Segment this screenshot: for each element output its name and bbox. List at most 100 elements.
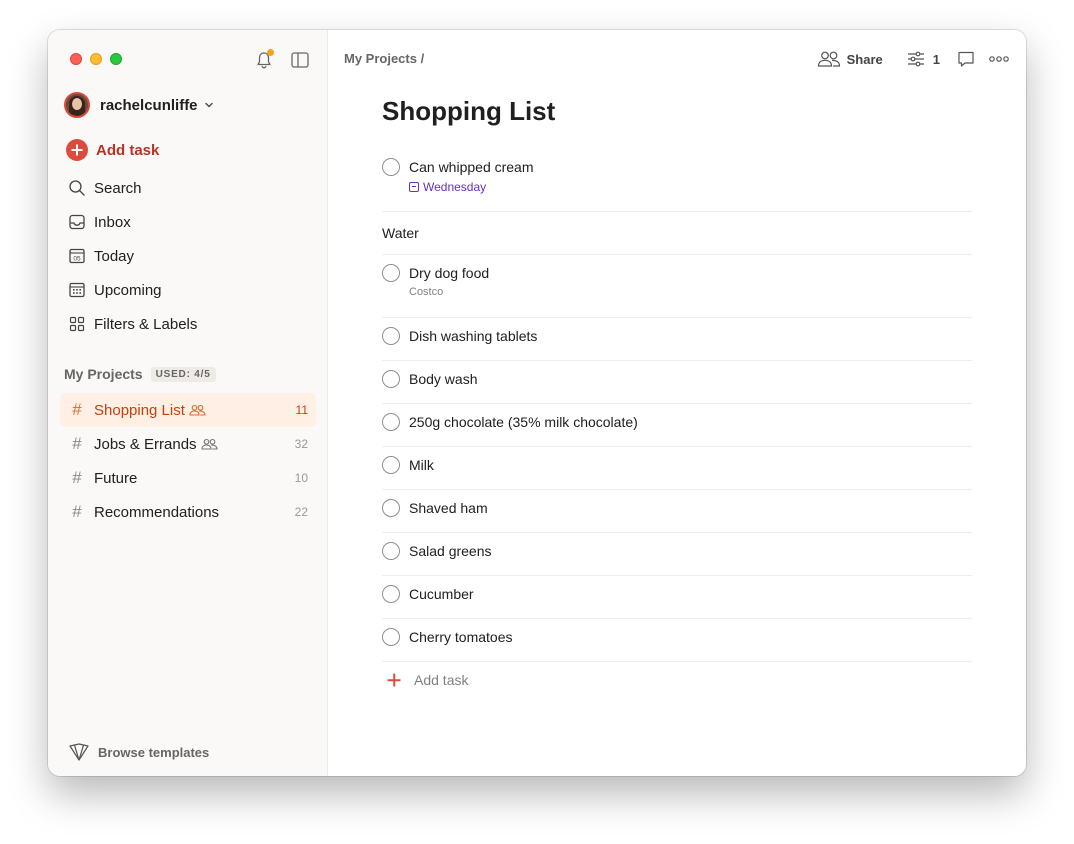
sidebar-item-upcoming[interactable]: Upcoming xyxy=(60,273,316,307)
project-count: 22 xyxy=(294,505,308,519)
view-options-button[interactable]: 1 xyxy=(907,51,940,67)
task-checkbox[interactable] xyxy=(382,499,400,517)
task-title: Salad greens xyxy=(409,543,492,559)
task-title: Can whipped cream xyxy=(409,159,534,175)
add-task-label: Add task xyxy=(414,672,469,688)
templates-icon xyxy=(69,743,89,761)
project-label: Recommendations xyxy=(94,503,220,521)
task-title: 250g chocolate (35% milk chocolate) xyxy=(409,414,638,430)
project-content: Shopping List Can whipped cream Wednesda… xyxy=(382,96,972,698)
search-icon xyxy=(68,179,86,197)
hash-icon: # xyxy=(72,400,82,419)
more-options-icon[interactable] xyxy=(988,54,1010,64)
view-options-count: 1 xyxy=(932,51,940,67)
svg-text:05: 05 xyxy=(73,256,81,263)
browse-templates-label: Browse templates xyxy=(98,744,210,760)
plus-circle-icon xyxy=(66,139,88,161)
sidebar-item-inbox[interactable]: Inbox xyxy=(60,205,316,239)
task-row[interactable]: Can whipped cream Wednesday xyxy=(382,149,972,212)
calendar-grid-icon xyxy=(68,281,86,299)
hash-icon: # xyxy=(72,468,82,487)
inline-add-task-button[interactable]: Add task xyxy=(382,662,972,698)
sidebar-nav: Search Inbox 05 Today Upcoming Filters &… xyxy=(60,171,316,341)
user-menu[interactable]: rachelcunliffe xyxy=(64,92,214,118)
task-checkbox[interactable] xyxy=(382,628,400,646)
task-checkbox[interactable] xyxy=(382,327,400,345)
task-checkbox[interactable] xyxy=(382,585,400,603)
task-list: Can whipped cream Wednesday Water Dry do… xyxy=(382,149,972,698)
sidebar: rachelcunliffe Add task Search Inbox 05 … xyxy=(48,30,328,776)
project-item-shopping-list[interactable]: # Shopping List 11 xyxy=(60,393,316,427)
task-row[interactable]: Cherry tomatoes xyxy=(382,619,972,662)
project-label: Jobs & Errands xyxy=(94,435,197,453)
hash-icon: # xyxy=(72,434,82,453)
share-people-icon xyxy=(817,51,840,67)
app-window: rachelcunliffe Add task Search Inbox 05 … xyxy=(48,30,1026,776)
comment-icon[interactable] xyxy=(956,49,976,69)
project-count: 32 xyxy=(294,437,308,451)
task-row[interactable]: Salad greens xyxy=(382,533,972,576)
task-checkbox[interactable] xyxy=(382,264,400,282)
task-row[interactable]: Dish washing tablets xyxy=(382,318,972,361)
project-item-recommendations[interactable]: # Recommendations 22 xyxy=(60,495,316,529)
window-controls xyxy=(70,53,122,65)
section-label: Water xyxy=(382,225,419,241)
task-row[interactable]: Dry dog food Costco xyxy=(382,255,972,318)
sidebar-item-label: Filters & Labels xyxy=(94,315,198,333)
task-row[interactable]: 250g chocolate (35% milk chocolate) xyxy=(382,404,972,447)
task-title: Cherry tomatoes xyxy=(409,629,513,645)
task-title: Milk xyxy=(409,457,434,473)
projects-used-badge: USED: 4/5 xyxy=(150,366,216,382)
project-label: Shopping List xyxy=(94,401,185,419)
close-window-button[interactable] xyxy=(70,53,82,65)
task-checkbox[interactable] xyxy=(382,456,400,474)
sidebar-item-label: Upcoming xyxy=(94,281,162,299)
project-label: Future xyxy=(94,469,138,487)
task-row[interactable]: Shaved ham xyxy=(382,490,972,533)
minimize-window-button[interactable] xyxy=(90,53,102,65)
project-item-jobs-errands[interactable]: # Jobs & Errands 32 xyxy=(60,427,316,461)
project-count: 11 xyxy=(295,403,308,417)
task-description: Costco xyxy=(409,286,444,298)
share-button[interactable]: Share xyxy=(817,50,883,68)
due-date-label: Wednesday xyxy=(423,180,487,194)
project-item-future[interactable]: # Future 10 xyxy=(60,461,316,495)
page-title: Shopping List xyxy=(382,96,556,126)
task-row[interactable]: Body wash xyxy=(382,361,972,404)
task-title: Shaved ham xyxy=(409,500,488,516)
task-title: Dish washing tablets xyxy=(409,328,538,344)
project-list: # Shopping List 11 # Jobs & Errands 32 #… xyxy=(60,393,316,529)
shared-people-icon xyxy=(200,438,218,450)
sidebar-item-today[interactable]: 05 Today xyxy=(60,239,316,273)
project-count: 10 xyxy=(294,471,308,485)
task-row[interactable]: Milk xyxy=(382,447,972,490)
calendar-icon xyxy=(409,182,419,192)
projects-title: My Projects xyxy=(64,366,143,382)
header-actions: Share 1 xyxy=(817,48,1010,70)
calendar-today-icon: 05 xyxy=(68,247,86,265)
task-checkbox[interactable] xyxy=(382,370,400,388)
task-checkbox[interactable] xyxy=(382,413,400,431)
zoom-window-button[interactable] xyxy=(110,53,122,65)
breadcrumb[interactable]: My Projects / xyxy=(344,51,424,66)
task-title: Cucumber xyxy=(409,586,474,602)
main-panel: My Projects / Share 1 Shopping List Can … xyxy=(328,30,1026,776)
task-row[interactable]: Cucumber xyxy=(382,576,972,619)
browse-templates-button[interactable]: Browse templates xyxy=(68,742,209,762)
add-task-button[interactable]: Add task xyxy=(66,139,159,161)
add-task-label: Add task xyxy=(96,141,160,159)
task-checkbox[interactable] xyxy=(382,158,400,176)
due-date[interactable]: Wednesday xyxy=(409,180,486,194)
sidebar-item-filters-labels[interactable]: Filters & Labels xyxy=(60,307,316,341)
user-name: rachelcunliffe xyxy=(100,96,198,114)
avatar xyxy=(64,92,90,118)
toggle-sidebar-icon[interactable] xyxy=(290,50,310,70)
hash-icon: # xyxy=(72,502,82,521)
section-header[interactable]: Water xyxy=(382,212,972,255)
notification-dot xyxy=(267,49,274,56)
sidebar-item-search[interactable]: Search xyxy=(60,171,316,205)
task-checkbox[interactable] xyxy=(382,542,400,560)
shared-people-icon xyxy=(189,404,206,416)
projects-header[interactable]: My Projects USED: 4/5 xyxy=(64,366,216,382)
task-title: Dry dog food xyxy=(409,265,490,281)
